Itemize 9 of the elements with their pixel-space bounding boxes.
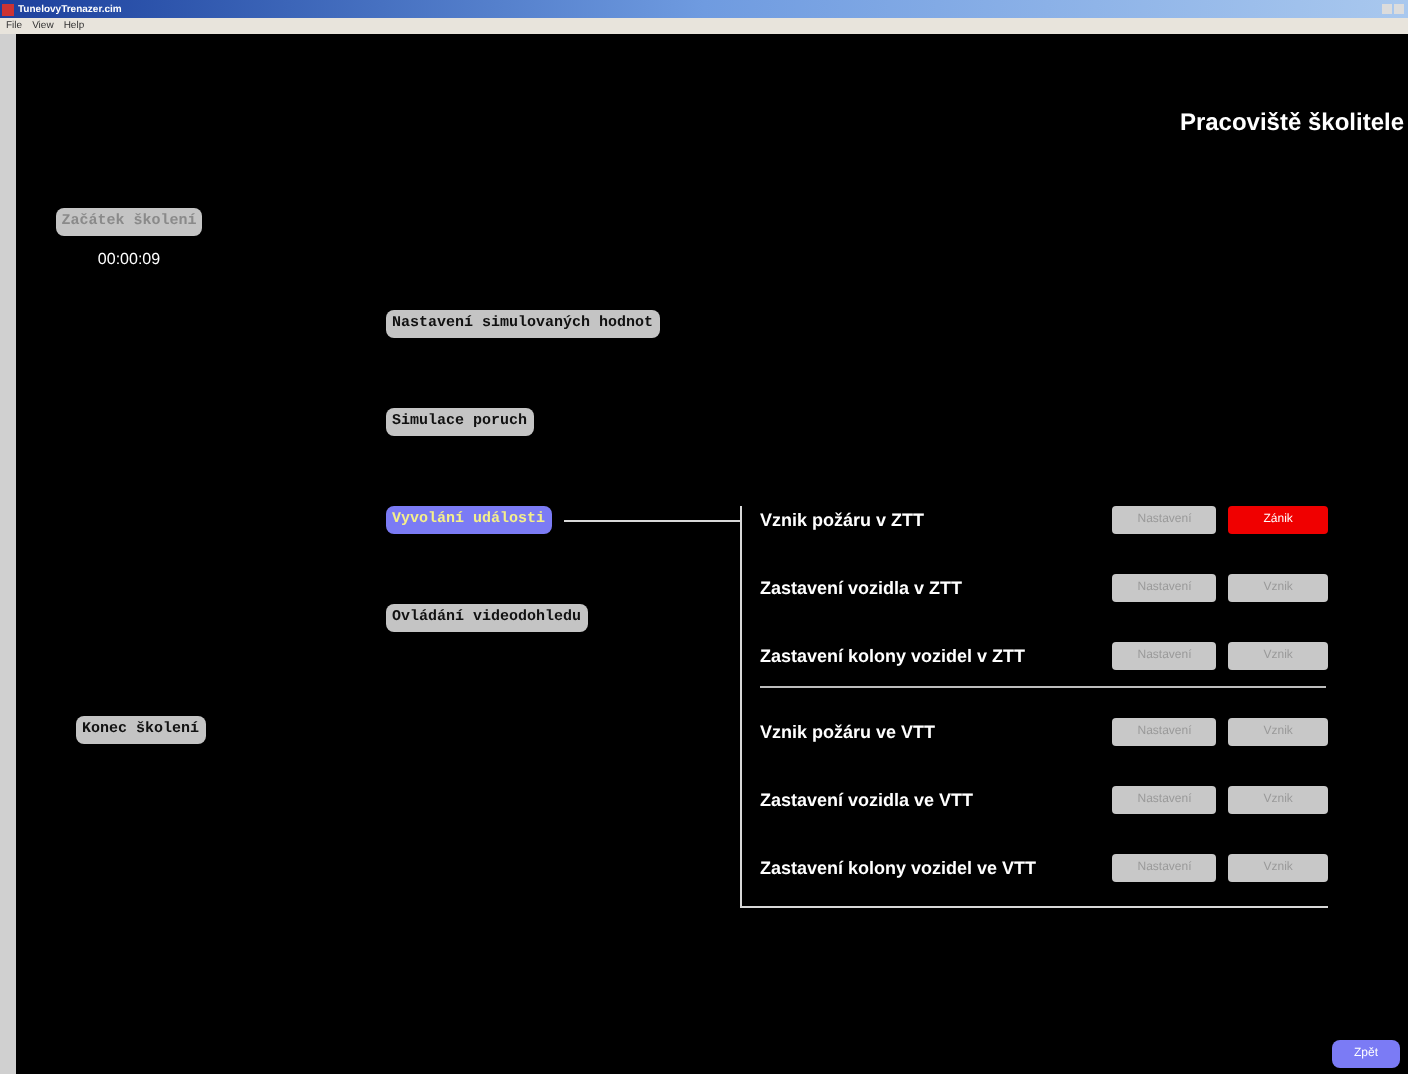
event-label: Vznik požáru ve VTT xyxy=(760,720,938,746)
event-label: Zastavení kolony vozidel ve VTT xyxy=(760,856,1039,882)
event-label: Zastavení vozidla ve VTT xyxy=(760,788,976,814)
event-label: Zastavení vozidla v ZTT xyxy=(760,576,965,602)
event-label: Zastavení kolony vozidel v ZTT xyxy=(760,644,1028,670)
elapsed-time: 00:00:09 xyxy=(97,248,161,272)
app-icon xyxy=(2,3,14,15)
page-heading: Pracoviště školitele xyxy=(1179,106,1404,138)
event-label: Vznik požáru v ZTT xyxy=(760,508,927,534)
